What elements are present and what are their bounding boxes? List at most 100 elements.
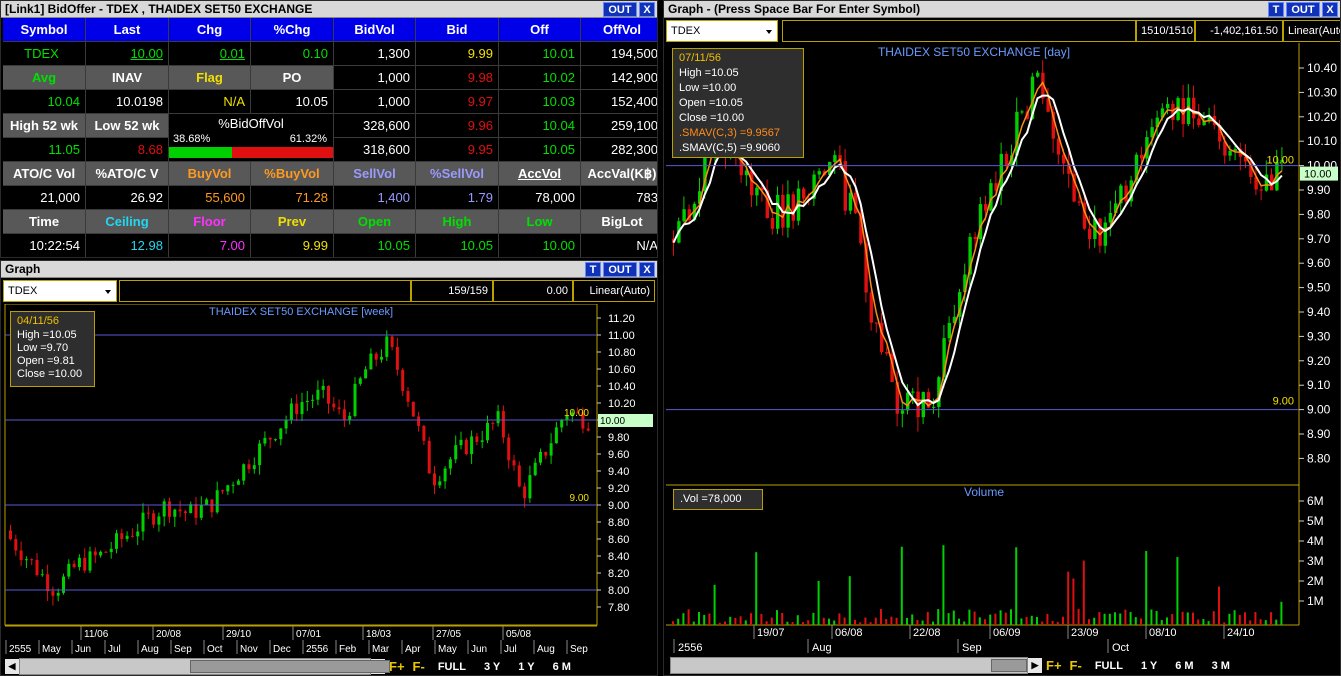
close-button[interactable]: X: [639, 2, 655, 17]
chg-value[interactable]: 0.01: [169, 42, 250, 65]
time-value: 10:22:54: [3, 234, 85, 257]
candle-body: [422, 425, 426, 441]
zoom-in-button[interactable]: F+: [1042, 658, 1066, 673]
volume-bar: [1192, 612, 1194, 625]
volume-title: Volume: [964, 485, 1004, 499]
timeframe-3y[interactable]: 3 Y: [475, 661, 509, 673]
close-button[interactable]: X: [639, 262, 655, 277]
scrollbar-thumb[interactable]: [190, 660, 390, 673]
scrollbar-thumb[interactable]: [991, 659, 1027, 672]
scroll-left-button[interactable]: ◀: [5, 659, 19, 674]
zoom-out-button[interactable]: F-: [409, 659, 429, 674]
candle-body: [874, 322, 879, 324]
volume-bar: [708, 613, 711, 625]
volume-bar: [869, 622, 872, 625]
symbol-value[interactable]: TDEX: [3, 42, 85, 65]
x-month-label: Oct: [1112, 642, 1129, 654]
timeframe-3m[interactable]: 3 M: [1203, 660, 1239, 672]
atoc-vol-value: 21,000: [3, 186, 85, 209]
graph-day-titlebar: Graph - (Press Space Bar For Enter Symbo…: [664, 1, 1340, 18]
candle-body: [833, 155, 837, 162]
candle-body: [554, 427, 558, 444]
info-high: High =10.05: [17, 329, 77, 341]
timeframe-full[interactable]: FULL: [429, 661, 475, 673]
y-tick-label: 8.90: [1307, 427, 1331, 441]
volume-bar: [1254, 612, 1257, 625]
candle-body: [1103, 222, 1107, 246]
graph-week-chart[interactable]: 11.20 11.00 10.80 10.60 10.40 10.20 10.00 9.80 9…: [1, 304, 658, 657]
candle-body: [486, 422, 489, 441]
off-pct-label: 61.32%: [289, 133, 327, 145]
volume-bar: [1051, 620, 1054, 625]
scroll-right-button[interactable]: ▶: [1028, 658, 1042, 673]
candle-body: [380, 356, 383, 360]
volume-bar: [958, 618, 960, 625]
high52-value: 11.05: [3, 138, 85, 161]
volume-bar: [1275, 619, 1278, 625]
scale-field[interactable]: Linear(Auto): [573, 280, 655, 302]
volume-bar: [1218, 586, 1220, 625]
t-button[interactable]: T: [585, 262, 601, 277]
candle-body: [146, 512, 150, 514]
symbol-select[interactable]: TDEX: [666, 20, 778, 42]
bid-5: 9.95: [416, 138, 498, 161]
zoom-out-button[interactable]: F-: [1066, 658, 1086, 673]
po-value: 10.05: [251, 90, 333, 113]
y-tick-label: 10.30: [1307, 85, 1337, 99]
timeframe-1y[interactable]: 1 Y: [1132, 660, 1166, 672]
out-button[interactable]: OUT: [603, 262, 637, 277]
accvol-value: 78,000: [499, 186, 580, 209]
x-date-label: 08/10: [1149, 627, 1177, 639]
timeframe-6m[interactable]: 6 M: [544, 661, 580, 673]
horizontal-scrollbar[interactable]: [670, 657, 1028, 674]
offvol-3: 152,400: [581, 90, 657, 113]
symbol-select[interactable]: TDEX: [3, 280, 117, 302]
horizontal-scrollbar[interactable]: [19, 658, 390, 675]
header-last: Last: [86, 18, 168, 41]
sellvol-value: 1,400: [334, 186, 415, 209]
candle-body: [496, 411, 500, 424]
t-button[interactable]: T: [1268, 2, 1284, 17]
header-off: Off: [499, 18, 580, 41]
volume-bar: [1212, 611, 1215, 625]
scale-field[interactable]: Linear(Auto): [1283, 20, 1340, 42]
candle-body: [274, 439, 277, 441]
x-date-label: 06/09: [993, 627, 1021, 639]
y-tick-label: 9.80: [608, 432, 629, 444]
out-button[interactable]: OUT: [603, 2, 637, 17]
close-button[interactable]: X: [1322, 2, 1338, 17]
candle-body: [911, 391, 915, 393]
x-month-label: Dec: [273, 644, 291, 655]
x-month-label: Oct: [207, 644, 223, 655]
biglot-label: BigLot: [581, 210, 657, 233]
accvol-label[interactable]: AccVol: [499, 162, 580, 185]
candle-body: [750, 170, 754, 196]
info-sma3: .SMAV(C,3) =9.9567: [679, 127, 780, 139]
graph-day-bottom-bar: ▶ F+ F- FULL 1 Y 6 M 3 M: [670, 657, 1340, 674]
x-month-label: Aug: [812, 642, 832, 654]
out-button[interactable]: OUT: [1286, 2, 1320, 17]
open-label: Open: [334, 210, 415, 233]
timeframe-full[interactable]: FULL: [1086, 660, 1132, 672]
x-date-label: 19/07: [757, 627, 785, 639]
bidvol-1: 1,300: [334, 42, 415, 65]
last-value[interactable]: 10.00: [86, 42, 168, 65]
x-date-label: 06/08: [835, 627, 863, 639]
x-date-label: 05/08: [506, 629, 531, 640]
y-tick-label: 11.20: [608, 313, 635, 325]
volume-bar: [760, 613, 763, 625]
volume-bar: [989, 614, 992, 625]
vol-tick-label: 1M: [1307, 594, 1324, 608]
y-tick-label: 9.30: [1307, 329, 1331, 343]
timeframe-1y[interactable]: 1 Y: [509, 661, 543, 673]
volume-bar: [1202, 619, 1205, 625]
volume-bar: [864, 617, 867, 625]
x-date-label: 18/03: [366, 629, 391, 640]
volume-bar: [796, 615, 799, 625]
timeframe-6m[interactable]: 6 M: [1166, 660, 1202, 672]
volume-bar: [890, 616, 893, 625]
volume-bar: [921, 620, 924, 625]
buyvol-label: BuyVol: [169, 162, 250, 185]
candle-body: [906, 392, 910, 411]
candle-body: [226, 485, 230, 492]
